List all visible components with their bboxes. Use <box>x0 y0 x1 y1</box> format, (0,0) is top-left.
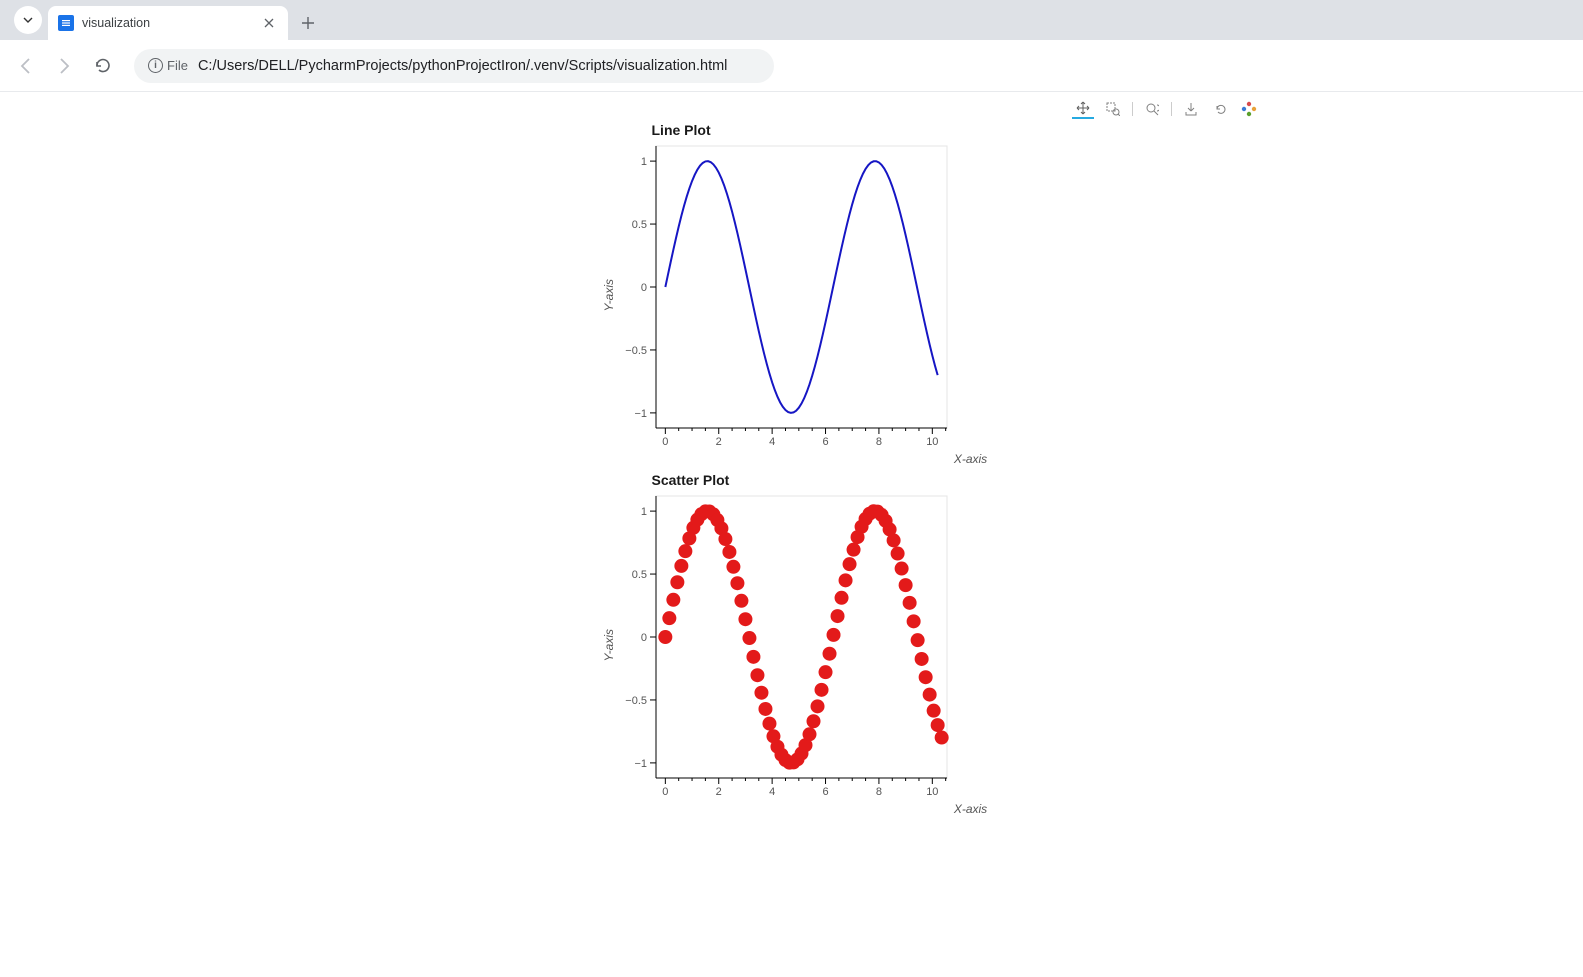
box-zoom-tool-button[interactable] <box>1102 99 1124 119</box>
plus-icon <box>301 16 315 30</box>
arrow-left-icon <box>17 57 35 75</box>
scatter-plot-block: Scatter Plot Y-axis 0 2 4 6 8 10 −1 −0.5 0 0.5 1 X… <box>602 472 1302 816</box>
file-label: File <box>167 58 188 73</box>
svg-text:0: 0 <box>640 282 646 294</box>
box-zoom-icon <box>1106 102 1120 116</box>
pan-tool-button[interactable] <box>1072 99 1094 119</box>
svg-text:10: 10 <box>926 786 938 798</box>
svg-text:2: 2 <box>715 786 721 798</box>
svg-text:8: 8 <box>875 786 881 798</box>
new-tab-button[interactable] <box>294 9 322 37</box>
pan-icon <box>1076 101 1090 115</box>
tab-strip: visualization <box>0 0 1583 40</box>
y-axis-label: Y-axis <box>602 629 616 661</box>
bokeh-logo-icon[interactable] <box>1240 100 1258 118</box>
plot-title: Scatter Plot <box>652 472 1302 488</box>
reload-icon <box>94 57 111 74</box>
svg-text:4: 4 <box>769 786 775 798</box>
svg-text:0: 0 <box>662 786 668 798</box>
forward-button[interactable] <box>48 50 80 82</box>
svg-text:0: 0 <box>662 436 668 448</box>
chevron-down-icon <box>23 15 33 25</box>
reload-button[interactable] <box>86 50 118 82</box>
browser-tab[interactable]: visualization <box>48 6 288 40</box>
plot-column: Line Plot Y-axis 0246810−1−0.500.51 X-ax… <box>602 98 1302 822</box>
save-icon <box>1184 102 1198 116</box>
toolbar-separator <box>1171 102 1172 116</box>
tabs-dropdown-button[interactable] <box>14 6 42 34</box>
svg-text:−1: −1 <box>634 758 647 770</box>
svg-text:−0.5: −0.5 <box>625 345 647 357</box>
svg-text:8: 8 <box>875 436 881 448</box>
svg-text:1: 1 <box>640 506 646 518</box>
favicon-icon <box>58 15 74 31</box>
save-tool-button[interactable] <box>1180 99 1202 119</box>
address-bar[interactable]: i File C:/Users/DELL/PycharmProjects/pyt… <box>134 49 774 83</box>
svg-text:−0.5: −0.5 <box>625 695 647 707</box>
line-plot-canvas[interactable]: 0 2 4 6 8 10 −1 −0.5 0 0.5 1 <box>618 140 953 450</box>
tab-close-button[interactable] <box>260 14 278 32</box>
plot-title: Line Plot <box>652 122 1302 138</box>
svg-text:−1: −1 <box>634 408 647 420</box>
info-icon[interactable]: i <box>148 58 163 73</box>
page-content: Line Plot Y-axis 0246810−1−0.500.51 X-ax… <box>0 92 1583 822</box>
svg-text:4: 4 <box>769 436 775 448</box>
svg-text:6: 6 <box>822 786 828 798</box>
scatter-plot-canvas[interactable]: 0 2 4 6 8 10 −1 −0.5 0 0.5 1 <box>618 490 953 800</box>
close-icon <box>264 18 274 28</box>
svg-text:2: 2 <box>715 436 721 448</box>
y-axis-label: Y-axis <box>602 279 616 311</box>
x-axis-label: X-axis <box>640 802 1302 816</box>
bokeh-toolbar <box>902 98 1262 120</box>
wheel-zoom-tool-button[interactable] <box>1141 99 1163 119</box>
tab-title: visualization <box>82 16 252 30</box>
url-text: C:/Users/DELL/PycharmProjects/pythonProj… <box>198 58 727 74</box>
svg-text:0.5: 0.5 <box>631 219 646 231</box>
address-row: i File C:/Users/DELL/PycharmProjects/pyt… <box>0 40 1583 92</box>
svg-text:0.5: 0.5 <box>631 569 646 581</box>
reset-tool-button[interactable] <box>1210 99 1232 119</box>
line-plot-block: Line Plot Y-axis 0 2 4 6 8 10 −1 −0.5 0 0.5 1 X-ax… <box>602 122 1302 466</box>
reset-icon <box>1214 102 1228 116</box>
x-axis-label: X-axis <box>640 452 1302 466</box>
back-button[interactable] <box>10 50 42 82</box>
svg-text:10: 10 <box>926 436 938 448</box>
toolbar-separator <box>1132 102 1133 116</box>
svg-text:1: 1 <box>640 156 646 168</box>
wheel-zoom-icon <box>1145 102 1159 116</box>
arrow-right-icon <box>55 57 73 75</box>
url-scheme-chip: i File <box>148 58 188 73</box>
tab-controls <box>8 0 48 40</box>
svg-text:0: 0 <box>640 632 646 644</box>
svg-text:6: 6 <box>822 436 828 448</box>
